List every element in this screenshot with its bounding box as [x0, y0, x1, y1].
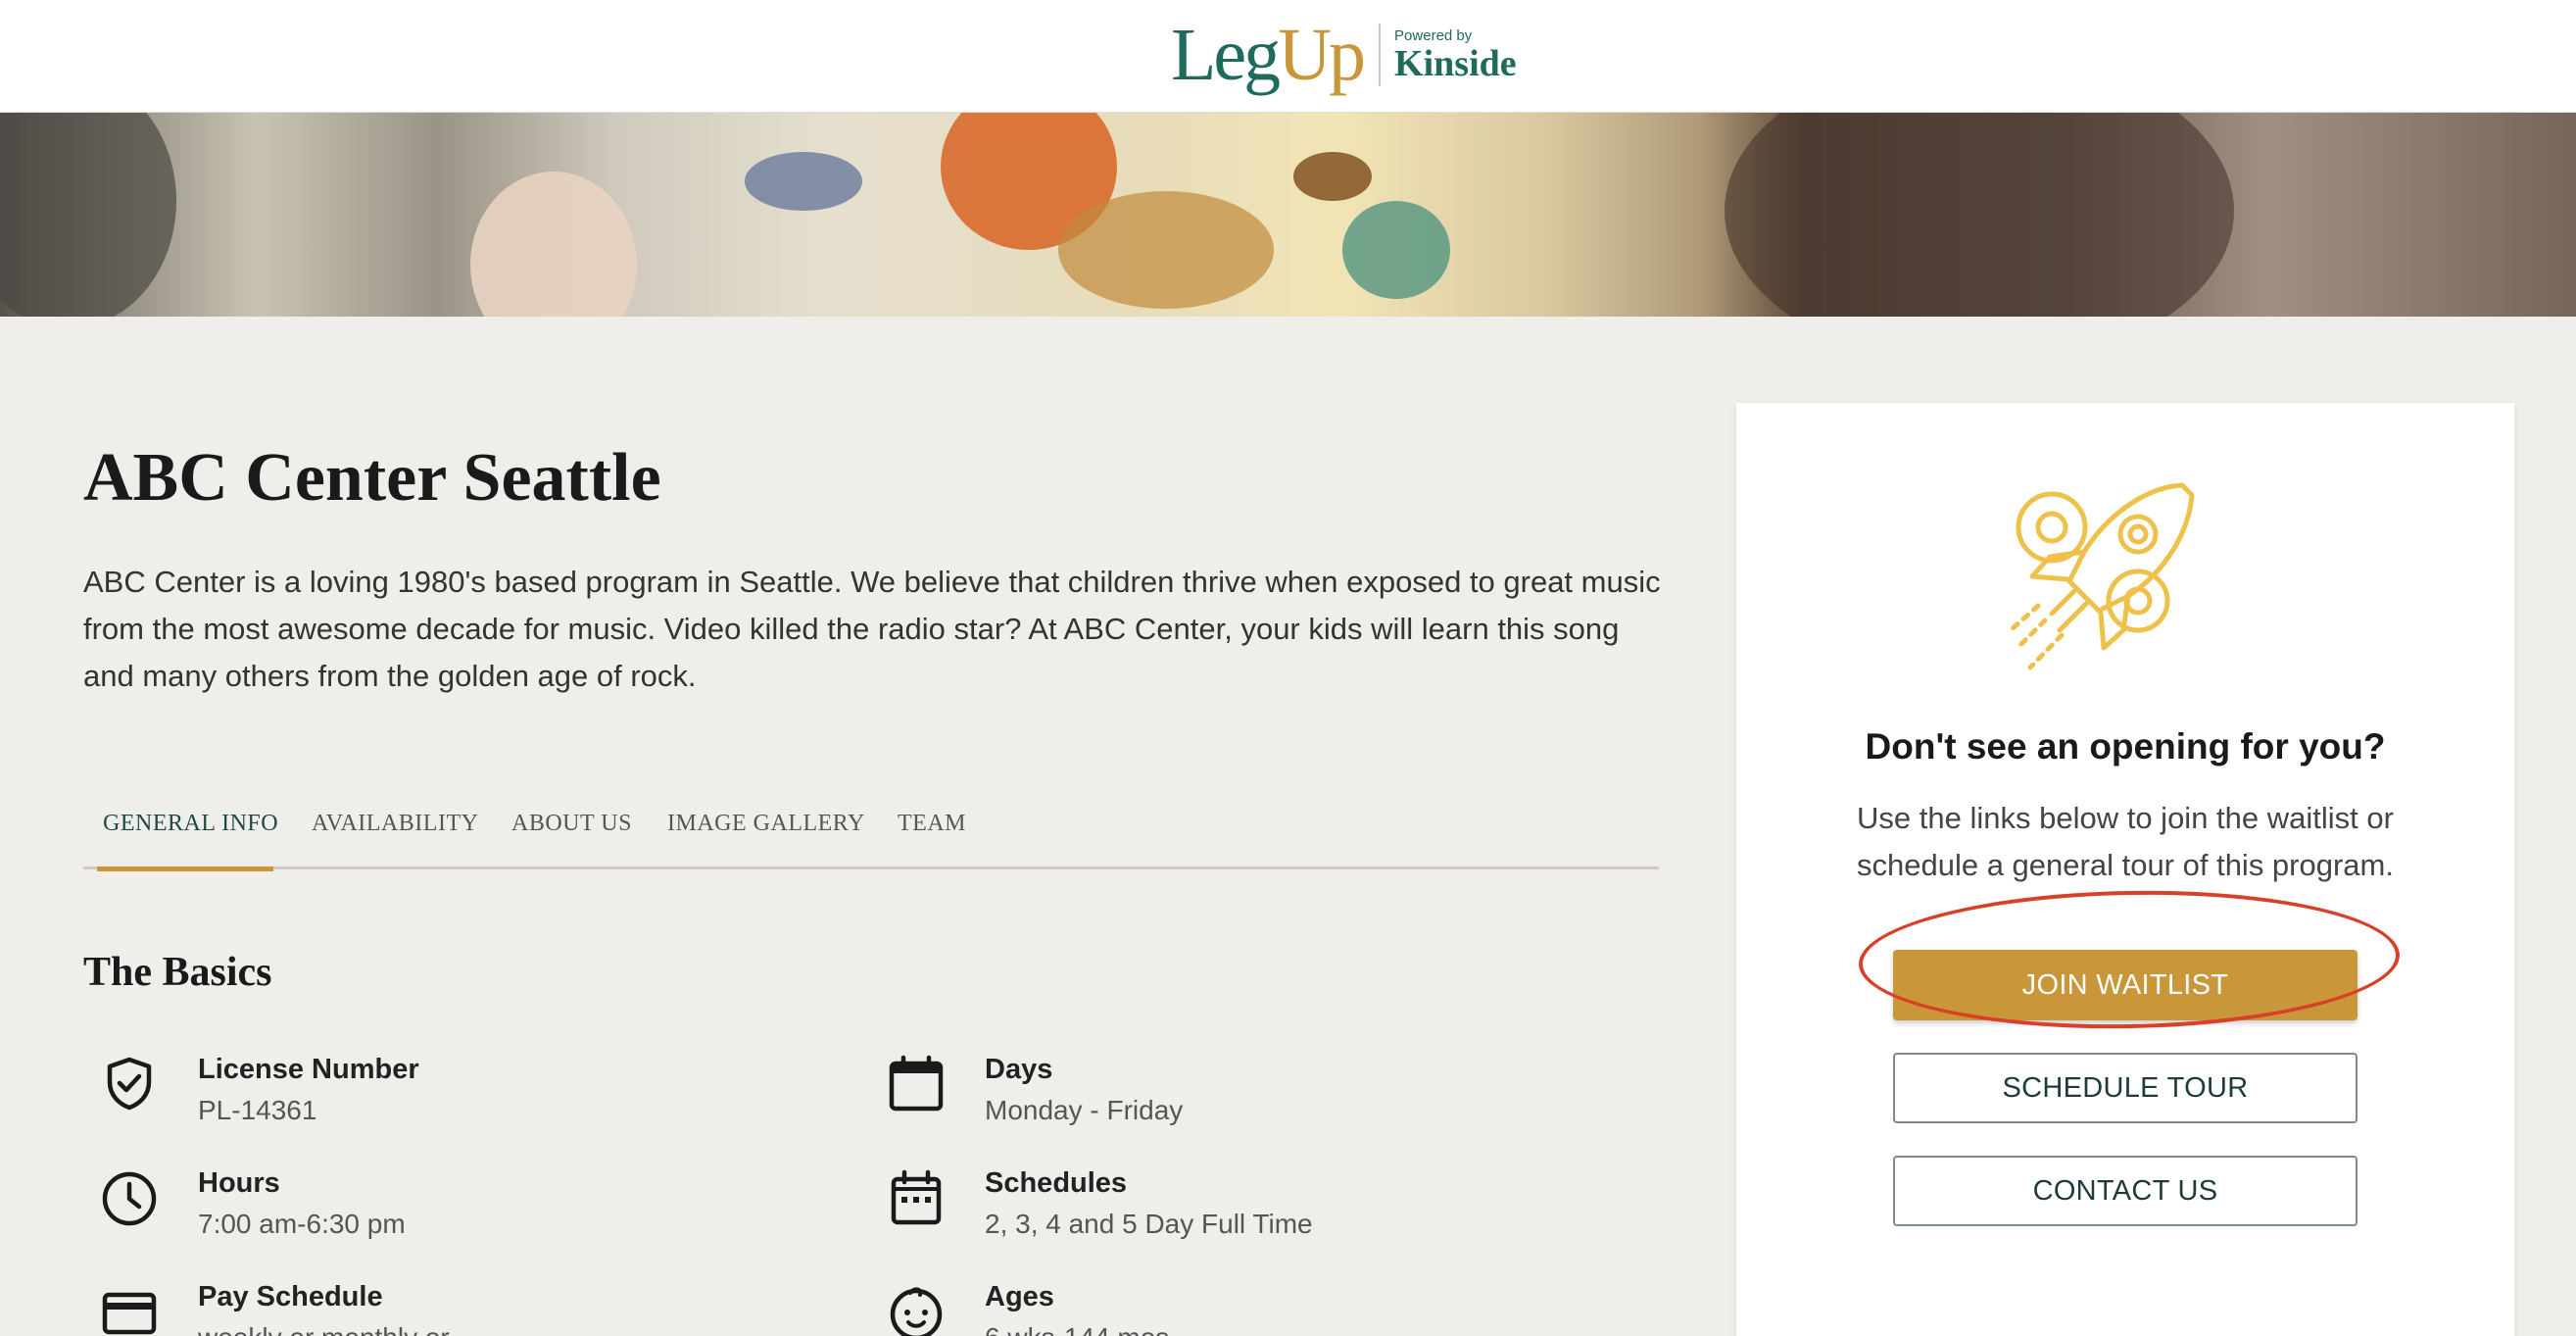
join-waitlist-button[interactable]: JOIN WAITLIST — [1893, 950, 2357, 1020]
fact-value: Monday - Friday — [985, 1095, 1184, 1125]
program-tabs: GENERAL INFO AVAILABILITY ABOUT US IMAGE… — [83, 799, 1659, 871]
top-header: Leg Up Powered by Kinside — [0, 0, 2576, 113]
clock-icon — [102, 1171, 157, 1226]
fact-value: 6 wks-144 mos — [985, 1322, 1169, 1336]
program-description: ABC Center is a loving 1980's based prog… — [83, 565, 1661, 693]
tab-general-info[interactable]: GENERAL INFO — [103, 811, 278, 837]
kinside-logo: Powered by Kinside — [1394, 27, 1517, 83]
powered-by-text: Powered by — [1394, 26, 1473, 44]
hero-banner-image — [0, 113, 2576, 317]
fact-label: Pay Schedule — [198, 1281, 383, 1312]
logo-divider — [1379, 24, 1382, 86]
waitlist-card: Don't see an opening for you? Use the li… — [1736, 403, 2514, 1336]
legup-logo[interactable]: Leg Up Powered by Kinside — [1171, 6, 1517, 104]
fact-value: 2, 3, 4 and 5 Day Full Time — [985, 1209, 1313, 1239]
fact-label: Ages — [985, 1281, 1054, 1312]
tab-image-gallery[interactable]: IMAGE GALLERY — [667, 811, 865, 837]
fact-label: Days — [985, 1054, 1053, 1085]
tab-availability[interactable]: AVAILABILITY — [312, 811, 478, 837]
waitlist-card-subtitle: Use the links below to join the waitlist… — [1857, 801, 2394, 882]
fact-value: 7:00 am-6:30 pm — [198, 1209, 406, 1239]
contact-us-button[interactable]: CONTACT US — [1893, 1156, 2357, 1226]
kinside-text: Kinside — [1394, 42, 1517, 84]
logo-up-text: Up — [1278, 13, 1366, 96]
logo-leg-text: Leg — [1171, 13, 1281, 96]
program-title: ABC Center Seattle — [83, 440, 661, 516]
waitlist-card-title: Don't see an opening for you? — [1865, 726, 2386, 767]
fact-label: Schedules — [985, 1167, 1128, 1199]
tab-team[interactable]: TEAM — [898, 811, 966, 837]
baby-face-icon — [890, 1287, 943, 1336]
tab-about-us[interactable]: ABOUT US — [511, 811, 632, 837]
fact-value: PL-14361 — [198, 1095, 317, 1125]
rocket-gear-icon — [2008, 482, 2195, 670]
schedule-tour-button[interactable]: SCHEDULE TOUR — [1893, 1053, 2357, 1123]
calendar-grid-icon — [891, 1169, 942, 1225]
shield-check-icon — [107, 1057, 152, 1111]
basics-heading: The Basics — [83, 950, 272, 995]
calendar-icon — [889, 1055, 944, 1112]
credit-card-icon — [102, 1292, 157, 1335]
fact-label: Hours — [198, 1167, 280, 1199]
fact-value: weekly or monthly or — [198, 1322, 450, 1336]
active-tab-indicator — [97, 866, 273, 871]
fact-label: License Number — [198, 1054, 419, 1085]
